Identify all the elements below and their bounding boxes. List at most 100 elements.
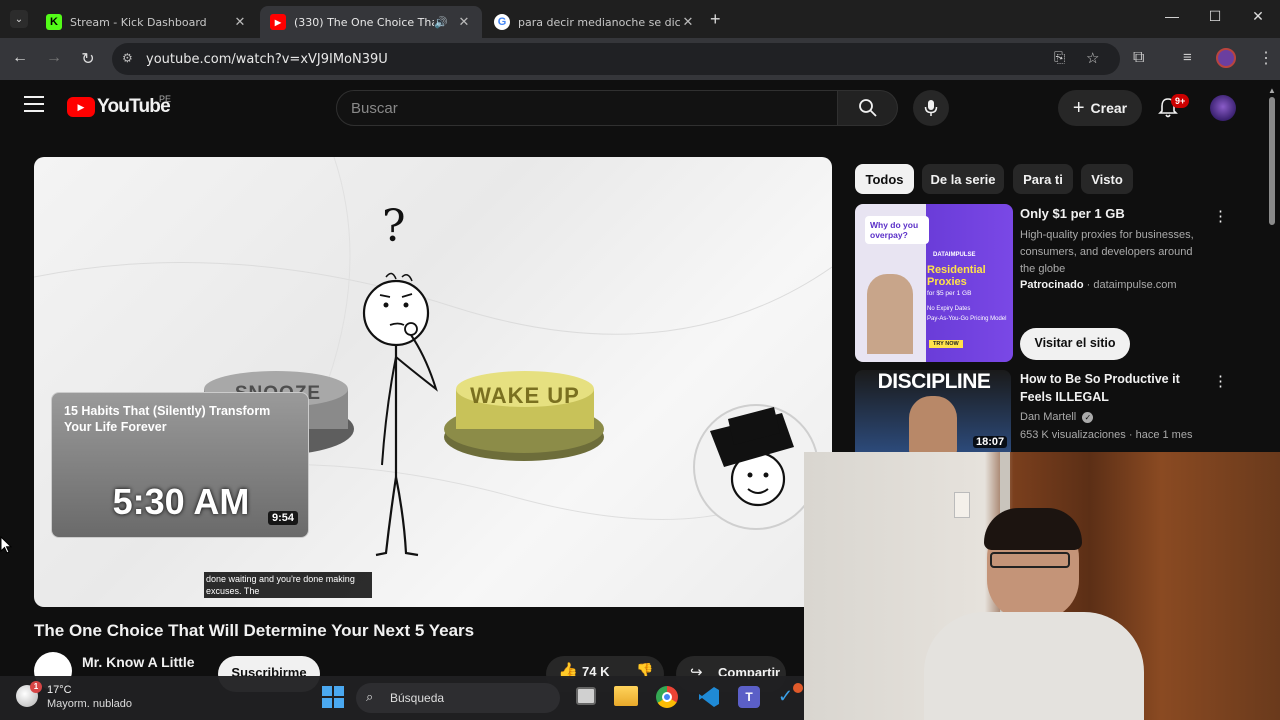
kick-favicon-icon: K (46, 14, 62, 30)
wall-switch (954, 492, 970, 518)
tab-youtube[interactable]: ▶ (330) The One Choice That 🔊 ✕ (260, 6, 482, 38)
video-frame (34, 157, 832, 557)
visit-site-button[interactable]: Visitar el sitio (1020, 328, 1130, 360)
sponsored-label: Patrocinado (1020, 279, 1084, 291)
person-hair (984, 508, 1082, 550)
search-button[interactable] (838, 90, 898, 126)
minimize-icon[interactable]: — (1157, 8, 1187, 24)
ad-thumb-bullet: No Expiry Dates (927, 306, 971, 312)
bookmark-star-icon[interactable]: ☆ (1086, 49, 1099, 67)
chip-para-ti[interactable]: Para ti (1013, 164, 1073, 194)
vscode-icon[interactable] (698, 686, 720, 708)
taskbar-search[interactable]: ⌕ Búsqueda (356, 683, 560, 713)
card-title: 15 Habits That (Silently) Transform Your… (64, 404, 271, 434)
browser-tab-bar: ⌄ K Stream - Kick Dashboard ✕ ▶ (330) Th… (0, 0, 1280, 38)
tab-title: para decir medianoche se dice (518, 15, 680, 29)
end-screen-video-card[interactable]: 15 Habits That (Silently) Transform Your… (51, 392, 309, 538)
ad-thumb-brand: DATAIMPULSE (933, 252, 976, 258)
chip-visto[interactable]: Visto (1081, 164, 1133, 194)
user-avatar[interactable] (1210, 95, 1236, 121)
plus-icon: + (1072, 96, 1085, 119)
google-favicon-icon: G (494, 14, 510, 30)
temperature[interactable]: 17°C (47, 684, 72, 696)
person-shirt (924, 612, 1144, 720)
related-video-more-icon[interactable]: ⋮ (1213, 372, 1228, 390)
search-icon: ⌕ (366, 689, 374, 704)
ad-more-icon[interactable]: ⋮ (1213, 207, 1228, 225)
new-tab-icon[interactable]: + (710, 9, 721, 30)
wake-up-label: WAKE UP (470, 383, 580, 408)
country-code: PE (159, 94, 172, 104)
mouse-cursor-icon (0, 536, 12, 554)
related-video-title[interactable]: How to Be So Productive it Feels ILLEGAL (1020, 370, 1200, 406)
channel-name[interactable]: Mr. Know A Little (82, 654, 195, 670)
more-menu-icon[interactable]: ⋮ (1258, 48, 1274, 68)
video-caption: done waiting and you're done making excu… (204, 572, 372, 598)
extensions-icon[interactable]: ⧉ (1133, 49, 1144, 67)
file-explorer-icon[interactable] (614, 686, 638, 706)
ad-sponsor-line: Patrocinado · dataimpulse.com (1020, 279, 1177, 291)
url-text: youtube.com/watch?v=xVJ9IMoN39U (146, 51, 388, 67)
chip-de-la-serie[interactable]: De la serie (922, 164, 1004, 194)
notification-count-badge: 9+ (1171, 94, 1190, 108)
taskbar-search-label: Búsqueda (390, 691, 445, 705)
ad-thumb-cta: TRY NOW (929, 340, 963, 348)
ad-title[interactable]: Only $1 per 1 GB (1020, 205, 1125, 223)
related-video-channel[interactable]: Dan Martell (1020, 411, 1076, 423)
profile-avatar[interactable] (1216, 48, 1236, 68)
hamburger-menu-icon[interactable] (24, 96, 44, 112)
ad-person-image (867, 274, 913, 354)
video-title: The One Choice That Will Determine Your … (34, 621, 475, 640)
search-placeholder: Buscar (351, 99, 398, 117)
search-input[interactable]: Buscar (336, 90, 838, 126)
media-control-icon[interactable]: ≡ (1183, 49, 1192, 66)
weather-badge: 1 (30, 681, 42, 693)
thumb-person-image (909, 396, 957, 452)
related-video-channel-line: Dan Martell ✓ (1020, 409, 1094, 426)
windows-start-icon[interactable] (322, 686, 344, 708)
ad-thumbnail[interactable]: Why do you overpay? DATAIMPULSE Resident… (855, 204, 1013, 362)
back-icon[interactable]: ← (10, 49, 30, 67)
person-glasses (990, 552, 1070, 568)
video-player[interactable]: ? SNOOZE WAKE UP 15 Habits That (Silentl… (34, 157, 832, 607)
create-button[interactable]: + Crear (1058, 90, 1142, 126)
weather-condition[interactable]: Mayorm. nublado (47, 698, 132, 710)
chip-todos[interactable]: Todos (855, 164, 914, 194)
close-icon[interactable]: ✕ (232, 14, 248, 30)
forward-icon[interactable]: → (44, 49, 64, 67)
related-video-duration: 18:07 (973, 436, 1008, 448)
url-field[interactable]: ⚙ youtube.com/watch?v=xVJ9IMoN39U ⎘ ☆ (112, 43, 1120, 75)
microphone-icon (924, 100, 938, 116)
speaker-icon[interactable]: 🔊 (434, 16, 448, 29)
close-icon[interactable]: ✕ (680, 14, 696, 30)
site-info-icon[interactable]: ⚙ (122, 51, 133, 65)
voice-search-button[interactable] (913, 90, 949, 126)
related-video-stats: 653 K visualizaciones · hace 1 mes (1020, 429, 1193, 441)
related-video-thumbnail[interactable]: DISCIPLINE 18:07 (855, 370, 1011, 452)
search-icon (858, 99, 877, 117)
ad-description: High-quality proxies for businesses, con… (1020, 229, 1194, 275)
address-toolbar: ← → ↻ ⚙ youtube.com/watch?v=xVJ9IMoN39U … (0, 38, 1280, 80)
youtube-logo-icon[interactable]: ▶ (67, 97, 95, 117)
thumb-text: DISCIPLINE (877, 370, 991, 393)
ad-thumb-price: for $5 per 1 GB (927, 290, 972, 297)
maximize-icon[interactable]: ☐ (1200, 8, 1230, 25)
related-video-age: hace 1 mes (1135, 429, 1193, 441)
teams-icon[interactable]: T (738, 686, 760, 708)
reload-icon[interactable]: ↻ (78, 49, 98, 69)
ad-thumb-bullet: Pay-As-You-Go Pricing Model (927, 316, 1007, 322)
tab-kick-dashboard[interactable]: K Stream - Kick Dashboard ✕ (36, 6, 258, 38)
close-icon[interactable]: ✕ (456, 14, 472, 30)
task-view-icon[interactable] (576, 687, 596, 705)
chrome-icon[interactable] (656, 686, 678, 708)
tab-google[interactable]: G para decir medianoche se dice ✕ (484, 6, 706, 38)
install-app-icon[interactable]: ⎘ (1054, 50, 1065, 66)
visit-site-label: Visitar el sitio (1034, 336, 1116, 350)
app-notification-dot (793, 683, 803, 693)
close-window-icon[interactable]: ✕ (1243, 8, 1273, 25)
ad-thumb-heading: Why do you overpay? (865, 216, 929, 244)
youtube-header: ▶ YouTube PE Buscar + Crear 9+ (0, 80, 1280, 136)
create-label: Crear (1090, 100, 1128, 116)
tab-title: Stream - Kick Dashboard (70, 15, 207, 29)
tab-search-icon[interactable]: ⌄ (10, 10, 28, 28)
